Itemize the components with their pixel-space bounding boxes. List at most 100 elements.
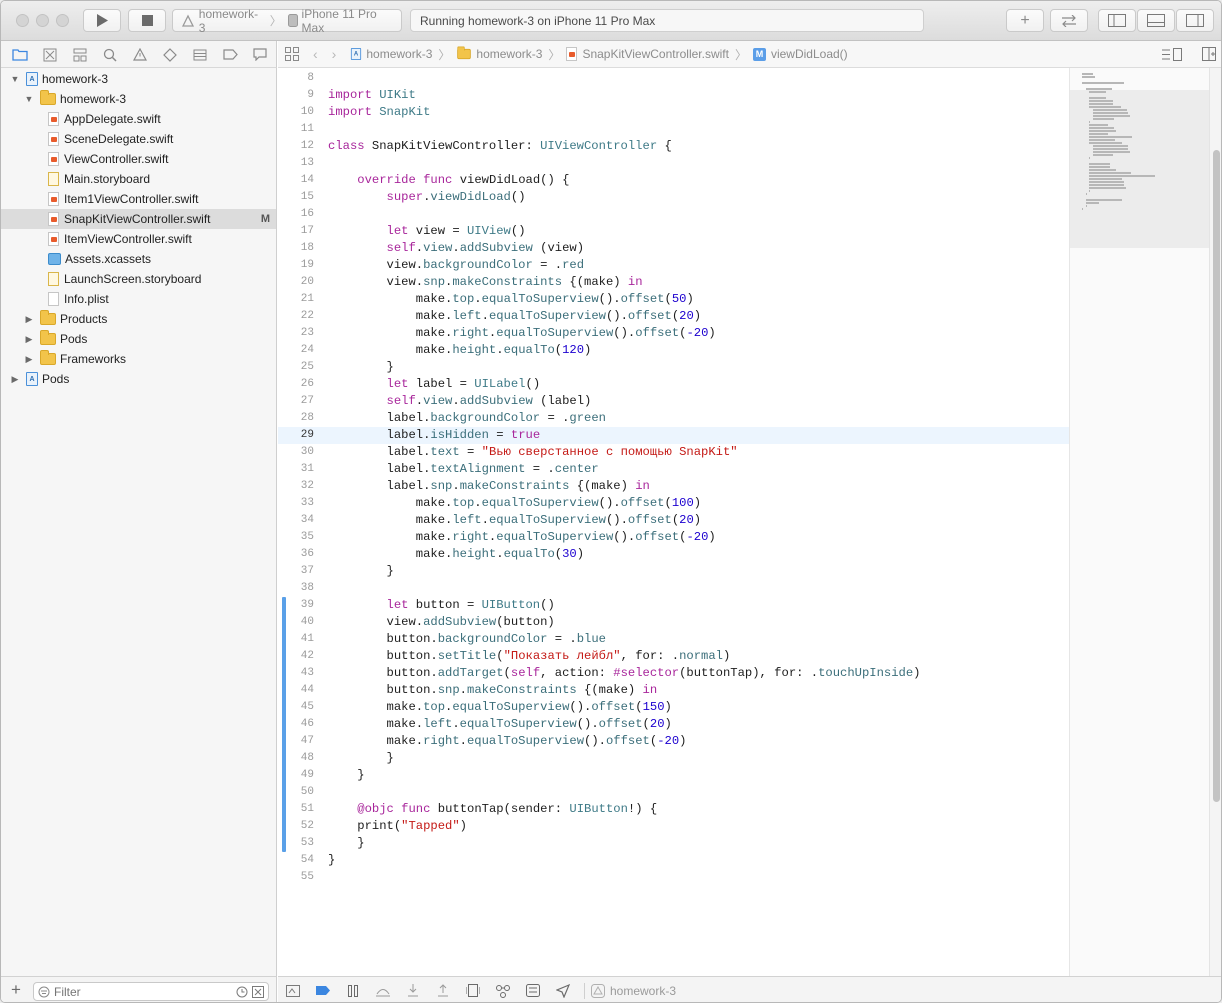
hide-debug-area-button[interactable] bbox=[278, 977, 308, 1003]
code-line[interactable]: 15 super.viewDidLoad() bbox=[278, 189, 1069, 206]
code-line[interactable]: 54} bbox=[278, 852, 1069, 869]
code-line[interactable]: 21 make.top.equalToSuperview().offset(50… bbox=[278, 291, 1069, 308]
code-line[interactable]: 37 } bbox=[278, 563, 1069, 580]
code-line[interactable]: 41 button.backgroundColor = .blue bbox=[278, 631, 1069, 648]
run-button[interactable] bbox=[83, 9, 121, 32]
code-line[interactable]: 33 make.top.equalToSuperview().offset(10… bbox=[278, 495, 1069, 512]
code-line[interactable]: 30 label.text = "Вью сверстанное с помощ… bbox=[278, 444, 1069, 461]
breakpoint-navigator-tab[interactable] bbox=[221, 46, 239, 63]
toggle-navigator-button[interactable] bbox=[1098, 9, 1136, 32]
report-navigator-tab[interactable] bbox=[251, 46, 269, 63]
step-into-button[interactable] bbox=[398, 977, 428, 1003]
code-line[interactable]: 26 let label = UILabel() bbox=[278, 376, 1069, 393]
breadcrumb-group[interactable]: homework-3 bbox=[456, 46, 542, 61]
code-line[interactable]: 20 view.snp.makeConstraints {(make) in bbox=[278, 274, 1069, 291]
memory-graph-button[interactable] bbox=[488, 977, 518, 1003]
disclosure-closed-icon[interactable]: ▶ bbox=[10, 374, 20, 384]
debug-navigator-tab[interactable] bbox=[191, 46, 209, 63]
add-file-button[interactable]: + bbox=[11, 980, 21, 1000]
tree-item[interactable]: ▶ A Pods bbox=[1, 369, 276, 389]
tree-item[interactable]: ▼ homework-3 bbox=[1, 89, 276, 109]
code-line[interactable]: 40 view.addSubview(button) bbox=[278, 614, 1069, 631]
find-navigator-tab[interactable] bbox=[101, 46, 119, 63]
source-control-navigator-tab[interactable] bbox=[41, 46, 59, 63]
code-line[interactable]: 39 let button = UIButton() bbox=[278, 597, 1069, 614]
disclosure-closed-icon[interactable]: ▶ bbox=[24, 334, 34, 344]
code-line[interactable]: 48 } bbox=[278, 750, 1069, 767]
minimize-window-button[interactable] bbox=[36, 14, 49, 27]
scheme-selector[interactable]: homework-3 〉 iPhone 11 Pro Max bbox=[172, 7, 402, 35]
stop-button[interactable] bbox=[128, 9, 166, 32]
code-line[interactable]: 10 import SnapKit bbox=[278, 104, 1069, 121]
code-line[interactable]: 44 button.snp.makeConstraints {(make) in bbox=[278, 682, 1069, 699]
code-line[interactable]: 8 bbox=[278, 70, 1069, 87]
code-line[interactable]: 46 make.left.equalToSuperview().offset(2… bbox=[278, 716, 1069, 733]
tree-item[interactable]: SceneDelegate.swift bbox=[1, 129, 276, 149]
breadcrumb-method[interactable]: M viewDidLoad() bbox=[752, 47, 848, 61]
test-navigator-tab[interactable] bbox=[161, 46, 179, 63]
code-line[interactable]: 35 make.right.equalToSuperview().offset(… bbox=[278, 529, 1069, 546]
editor-options-icon[interactable] bbox=[1162, 48, 1182, 61]
code-line[interactable]: 36 make.height.equalTo(30) bbox=[278, 546, 1069, 563]
code-line[interactable]: 27 self.view.addSubview (label) bbox=[278, 393, 1069, 410]
recent-files-icon[interactable] bbox=[236, 986, 248, 998]
breadcrumb-project[interactable]: A homework-3 bbox=[350, 47, 432, 61]
tree-item[interactable]: ▶ Products bbox=[1, 309, 276, 329]
code-line[interactable]: 25 } bbox=[278, 359, 1069, 376]
code-line[interactable]: 42 button.setTitle("Показать лейбл", for… bbox=[278, 648, 1069, 665]
code-line[interactable]: 55 bbox=[278, 869, 1069, 886]
editor-scrollbar[interactable] bbox=[1209, 68, 1221, 976]
tree-item[interactable]: ViewController.swift bbox=[1, 149, 276, 169]
code-line[interactable]: 45 make.top.equalToSuperview().offset(15… bbox=[278, 699, 1069, 716]
tree-item[interactable]: Assets.xcassets bbox=[1, 249, 276, 269]
code-line[interactable]: 19 view.backgroundColor = .red bbox=[278, 257, 1069, 274]
related-items-icon[interactable] bbox=[285, 47, 299, 61]
forward-button[interactable]: › bbox=[332, 46, 337, 62]
debug-target-label[interactable]: homework-3 bbox=[610, 984, 676, 998]
scroll-thumb[interactable] bbox=[1213, 150, 1220, 802]
tree-item[interactable]: ▶ Frameworks bbox=[1, 349, 276, 369]
code-line[interactable]: 17 let view = UIView() bbox=[278, 223, 1069, 240]
zoom-window-button[interactable] bbox=[56, 14, 69, 27]
tree-item[interactable]: ▼ Ahomework-3 bbox=[1, 69, 276, 89]
navigator-filter-input[interactable] bbox=[33, 982, 269, 1001]
code-line[interactable]: 9 import UIKit bbox=[278, 87, 1069, 104]
source-editor[interactable]: 8 9 import UIKit 10 import SnapKit 11 12 class … bbox=[278, 68, 1069, 976]
breadcrumb-file[interactable]: SnapKitViewController.swift bbox=[566, 47, 729, 61]
code-line[interactable]: 38 bbox=[278, 580, 1069, 597]
disclosure-closed-icon[interactable]: ▶ bbox=[24, 354, 34, 364]
pause-button[interactable] bbox=[338, 977, 368, 1003]
tree-item[interactable]: ▶ Pods bbox=[1, 329, 276, 349]
breakpoints-toggle-button[interactable] bbox=[308, 977, 338, 1003]
code-line[interactable]: 13 bbox=[278, 155, 1069, 172]
code-line[interactable]: 23 make.right.equalToSuperview().offset(… bbox=[278, 325, 1069, 342]
disclosure-open-icon[interactable]: ▼ bbox=[24, 94, 34, 104]
code-line[interactable]: 29 label.isHidden = true bbox=[278, 427, 1069, 444]
code-line[interactable]: 51 @objc func buttonTap(sender: UIButton… bbox=[278, 801, 1069, 818]
environment-overrides-button[interactable] bbox=[518, 977, 548, 1003]
code-line[interactable]: 49 } bbox=[278, 767, 1069, 784]
issue-navigator-tab[interactable] bbox=[131, 46, 149, 63]
code-line[interactable]: 12 class SnapKitViewController: UIViewCon… bbox=[278, 138, 1069, 155]
close-window-button[interactable] bbox=[16, 14, 29, 27]
code-line[interactable]: 11 bbox=[278, 121, 1069, 138]
split-editor-icon[interactable] bbox=[1202, 47, 1216, 61]
tree-item[interactable]: Info.plist bbox=[1, 289, 276, 309]
view-hierarchy-button[interactable] bbox=[458, 977, 488, 1003]
code-line[interactable]: 22 make.left.equalToSuperview().offset(2… bbox=[278, 308, 1069, 325]
toggle-inspector-button[interactable] bbox=[1176, 9, 1214, 32]
code-line[interactable]: 18 self.view.addSubview (view) bbox=[278, 240, 1069, 257]
tree-item[interactable]: ItemViewController.swift bbox=[1, 229, 276, 249]
code-line[interactable]: 28 label.backgroundColor = .green bbox=[278, 410, 1069, 427]
disclosure-closed-icon[interactable]: ▶ bbox=[24, 314, 34, 324]
code-line[interactable]: 14 override func viewDidLoad() { bbox=[278, 172, 1069, 189]
code-line[interactable]: 32 label.snp.makeConstraints {(make) in bbox=[278, 478, 1069, 495]
tree-item[interactable]: SnapKitViewController.swift M bbox=[1, 209, 276, 229]
symbol-navigator-tab[interactable] bbox=[71, 46, 89, 63]
code-review-button[interactable] bbox=[1050, 9, 1088, 32]
tree-item[interactable]: Main.storyboard bbox=[1, 169, 276, 189]
code-line[interactable]: 43 button.addTarget(self, action: #selec… bbox=[278, 665, 1069, 682]
tree-item[interactable]: Item1ViewController.swift bbox=[1, 189, 276, 209]
code-line[interactable]: 53 } bbox=[278, 835, 1069, 852]
back-button[interactable]: ‹ bbox=[313, 46, 318, 62]
